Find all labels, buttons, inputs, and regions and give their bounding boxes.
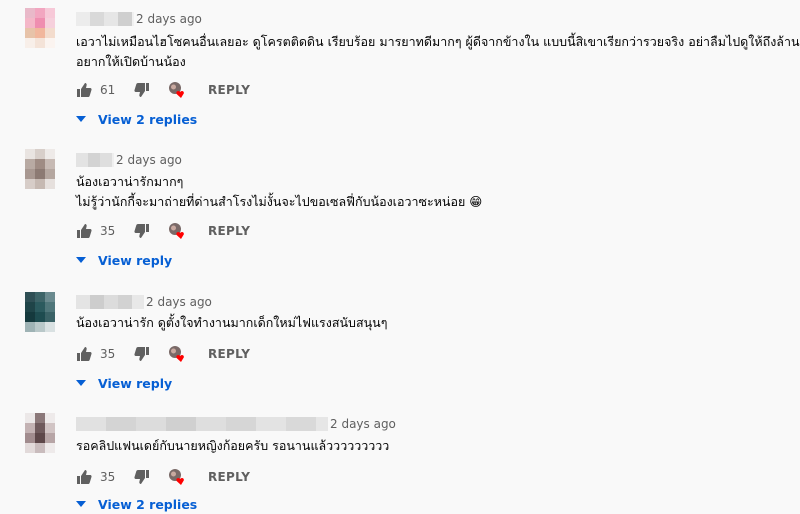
- author-name[interactable]: [76, 153, 114, 167]
- caret-down-icon: [76, 116, 86, 122]
- view-replies-label: View 2 replies: [98, 111, 198, 127]
- reply-button[interactable]: REPLY: [208, 83, 250, 97]
- comment-text-line: ไม่รู้ว่านักกี้จะมาถ่ายที่ด่านสำโรงไม่งั…: [76, 194, 483, 209]
- reply-button[interactable]: REPLY: [208, 347, 250, 361]
- comment-text-line: อยากให้เปิดบ้านน้อง: [76, 54, 186, 69]
- comment-actions: 61 REPLY: [76, 80, 250, 100]
- comment-time[interactable]: 2 days ago: [116, 153, 182, 167]
- view-replies-button[interactable]: View reply: [76, 250, 172, 270]
- reply-button[interactable]: REPLY: [208, 470, 250, 484]
- reply-button[interactable]: REPLY: [208, 224, 250, 238]
- comment-text-line: น้องเอวาน่ารักมากๆ: [76, 174, 184, 189]
- caret-down-icon: [76, 257, 86, 263]
- comment-text-line: เอวาไม่เหมือนไฮโซคนอื่นเลยอะ ดูโครตติดดิ…: [76, 34, 800, 49]
- creator-heart-icon: [168, 468, 186, 486]
- comment-header: 2 days ago: [76, 10, 202, 28]
- thumbs-down-icon[interactable]: [134, 346, 150, 362]
- thumbs-up-icon[interactable]: [76, 469, 92, 485]
- like-count: 61: [100, 83, 116, 97]
- comment-text: รอคลิปแฟนเดย์กับนายหญิงก้อยครับ รอนานแล้…: [76, 436, 389, 456]
- like-count: 35: [100, 224, 116, 238]
- view-replies-button[interactable]: View 2 replies: [76, 494, 197, 514]
- comment-time[interactable]: 2 days ago: [146, 295, 212, 309]
- view-replies-label: View reply: [98, 252, 173, 268]
- creator-heart-icon: [168, 222, 186, 240]
- comment-header: 2 days ago: [76, 415, 396, 433]
- view-replies-label: View reply: [98, 375, 173, 391]
- author-name[interactable]: [76, 417, 328, 431]
- creator-heart-icon: [168, 345, 186, 363]
- avatar[interactable]: [25, 149, 55, 189]
- like-count: 35: [100, 470, 116, 484]
- comment-header: 2 days ago: [76, 293, 212, 311]
- comment-header: 2 days ago: [76, 151, 182, 169]
- thumbs-up-icon[interactable]: [76, 82, 92, 98]
- comment-actions: 35 REPLY: [76, 221, 250, 241]
- comment-time[interactable]: 2 days ago: [330, 417, 396, 431]
- author-name[interactable]: [76, 12, 134, 26]
- caret-down-icon: [76, 501, 86, 507]
- comment-text: น้องเอวาน่ารักมากๆ ไม่รู้ว่านักกี้จะมาถ่…: [76, 172, 482, 212]
- creator-heart-icon: [168, 81, 186, 99]
- comment-text: น้องเอวาน่ารัก ดูตั้งใจทำงานมากเด็กใหม่ไ…: [76, 313, 387, 333]
- comment-actions: 35 REPLY: [76, 467, 250, 487]
- thumbs-down-icon[interactable]: [134, 223, 150, 239]
- like-count: 35: [100, 347, 116, 361]
- thumbs-down-icon[interactable]: [134, 469, 150, 485]
- avatar[interactable]: [25, 413, 55, 453]
- avatar[interactable]: [25, 292, 55, 332]
- view-replies-button[interactable]: View reply: [76, 373, 172, 393]
- thumbs-up-icon[interactable]: [76, 346, 92, 362]
- view-replies-button[interactable]: View 2 replies: [76, 109, 197, 129]
- comment-text: เอวาไม่เหมือนไฮโซคนอื่นเลยอะ ดูโครตติดดิ…: [76, 32, 800, 72]
- comment-time[interactable]: 2 days ago: [136, 12, 202, 26]
- author-name[interactable]: [76, 295, 144, 309]
- comment-actions: 35 REPLY: [76, 344, 250, 364]
- thumbs-down-icon[interactable]: [134, 82, 150, 98]
- caret-down-icon: [76, 380, 86, 386]
- thumbs-up-icon[interactable]: [76, 223, 92, 239]
- comment-text-line: รอคลิปแฟนเดย์กับนายหญิงก้อยครับ รอนานแล้…: [76, 438, 390, 453]
- avatar[interactable]: [25, 8, 55, 48]
- view-replies-label: View 2 replies: [98, 496, 198, 512]
- comment-text-line: น้องเอวาน่ารัก ดูตั้งใจทำงานมากเด็กใหม่ไ…: [76, 315, 388, 330]
